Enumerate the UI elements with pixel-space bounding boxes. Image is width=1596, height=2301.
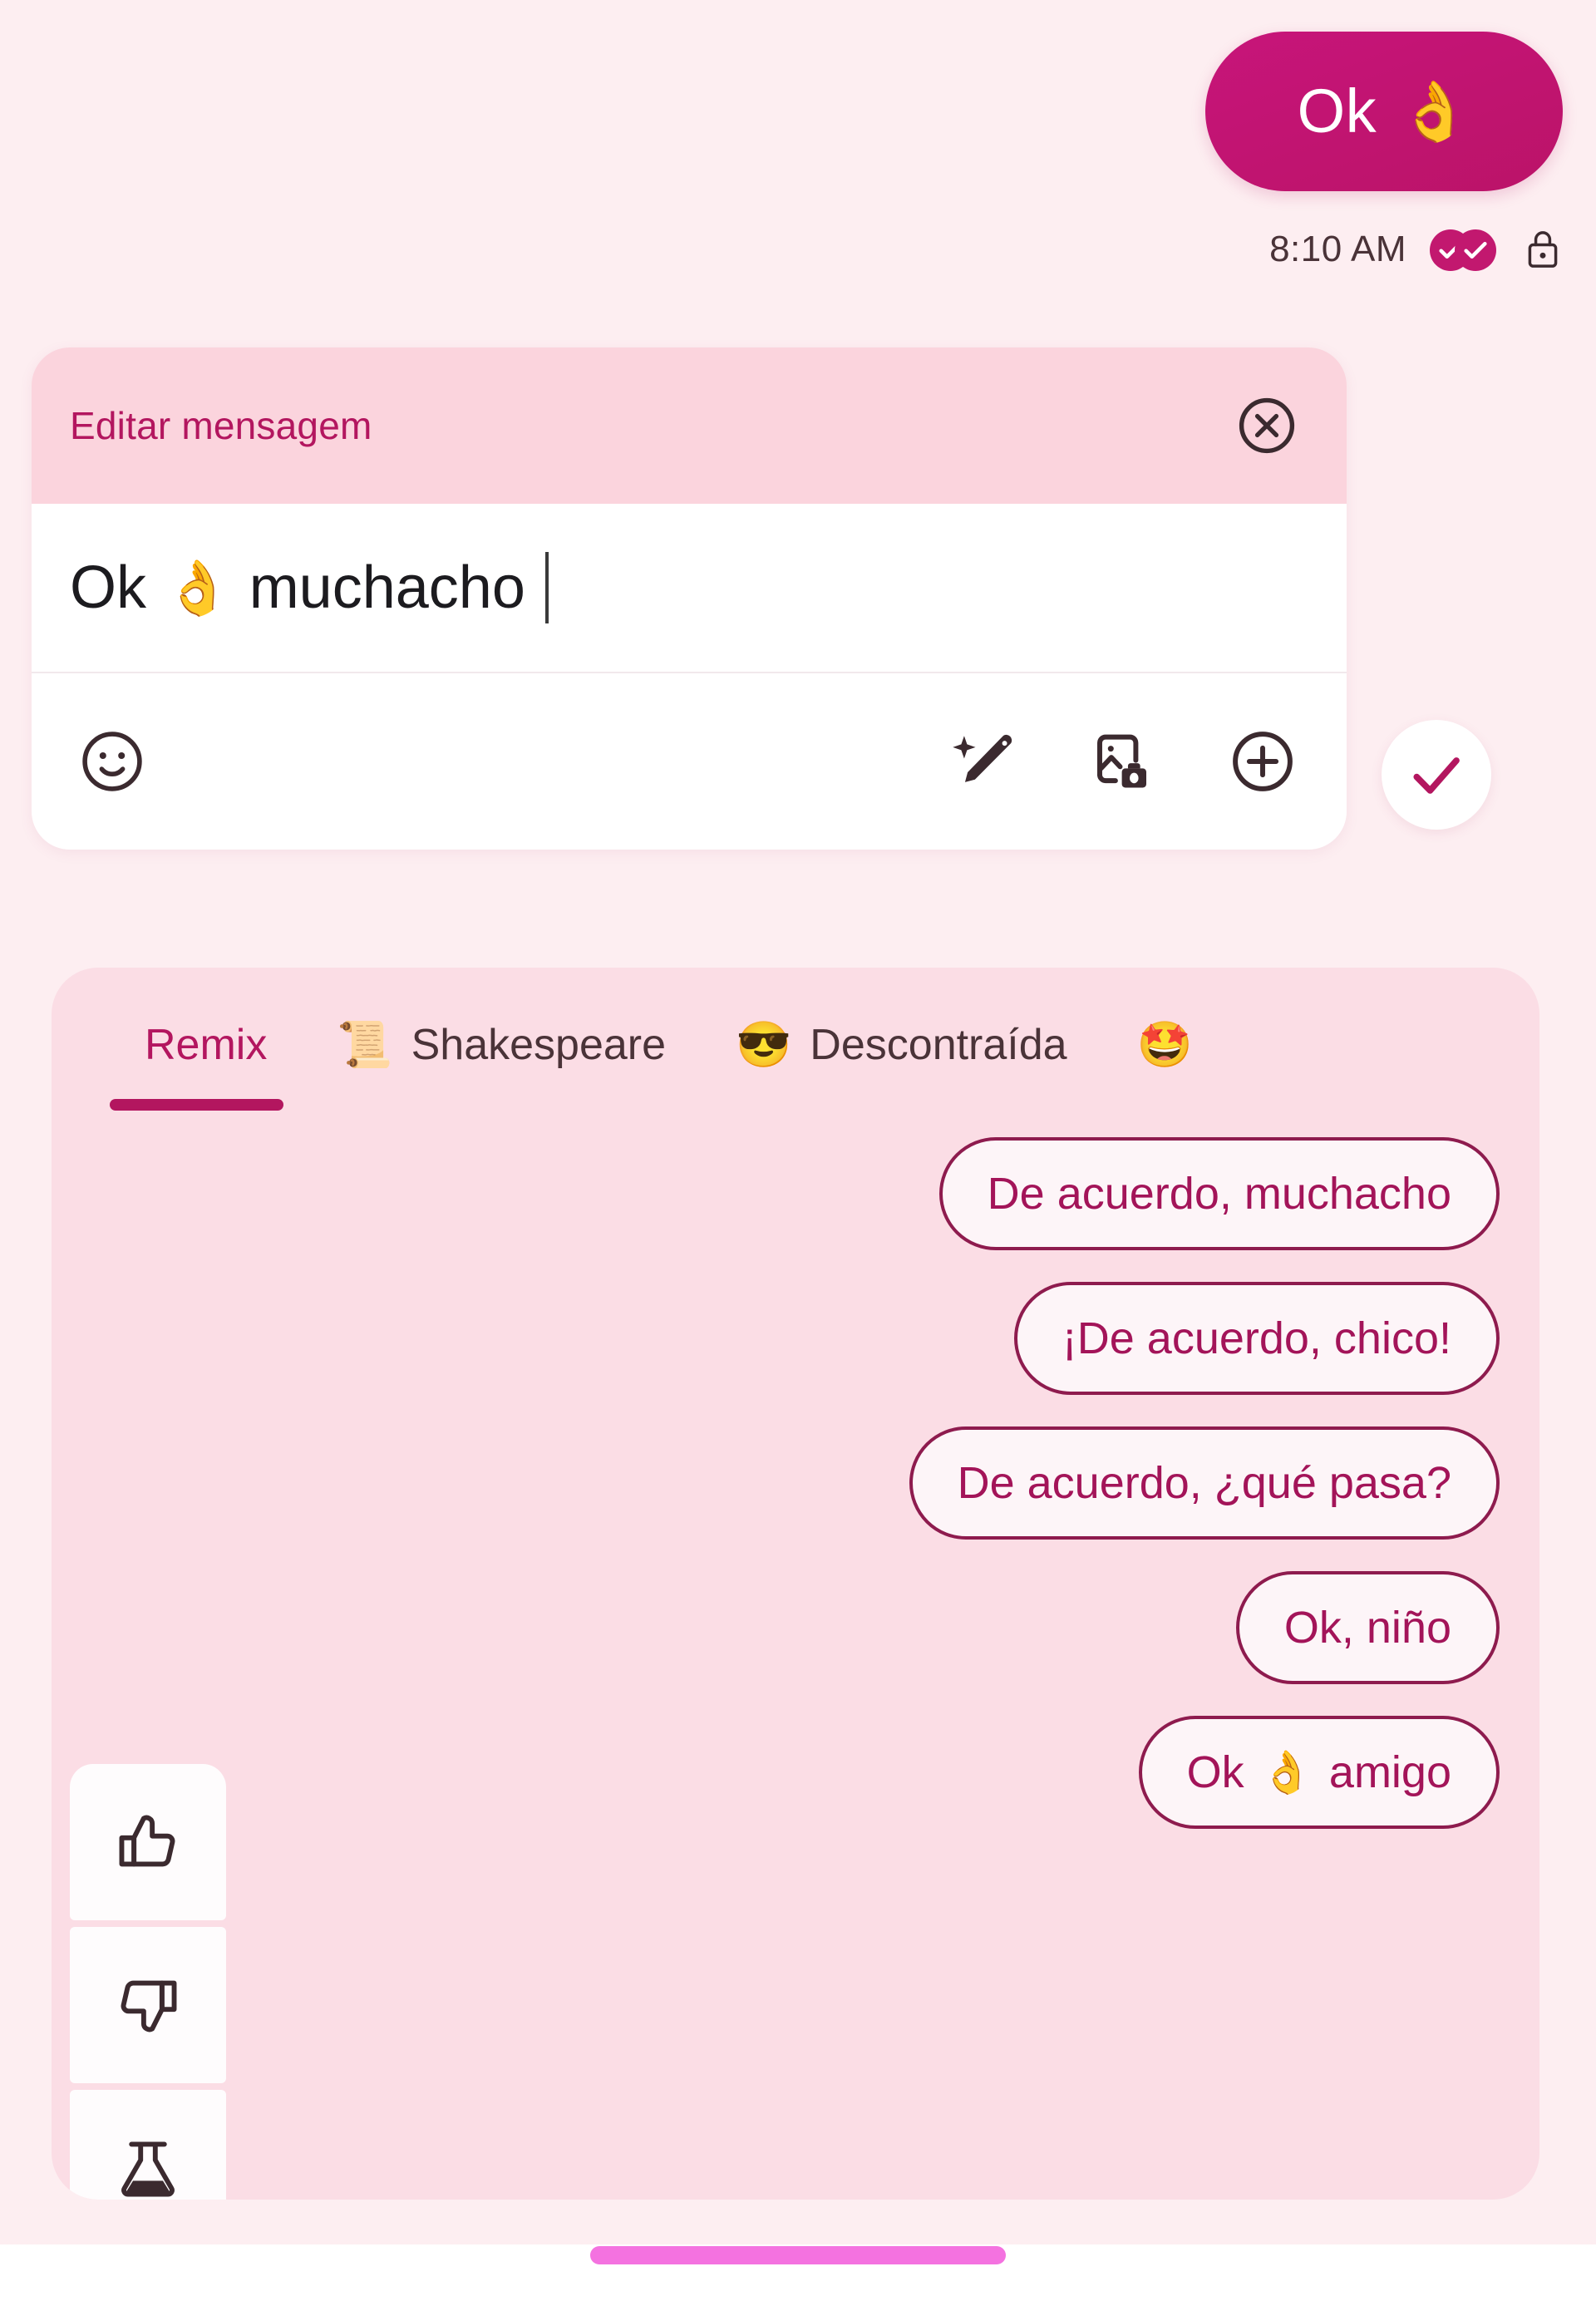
suggestion-chip[interactable]: Ok, niño bbox=[1235, 1571, 1500, 1684]
sent-message-bubble[interactable]: Ok 👌 bbox=[1205, 32, 1563, 191]
tab-remix-label: Remix bbox=[145, 1021, 268, 1069]
tab-next-partial[interactable]: 🤩 bbox=[1102, 968, 1246, 1122]
message-meta-row: 8:10 AM bbox=[1269, 226, 1561, 273]
thumbs-up-button[interactable] bbox=[70, 1764, 226, 1920]
suggestion-chip-text: De acuerdo, ¿qué pasa? bbox=[957, 1458, 1451, 1508]
tab-descontraida-label: Descontraída bbox=[810, 1021, 1067, 1069]
lock-icon bbox=[1525, 228, 1561, 271]
scroll-emoji: 📜 bbox=[337, 1020, 393, 1070]
magic-wand-icon[interactable] bbox=[944, 722, 1022, 801]
star-struck-emoji: 🤩 bbox=[1136, 1020, 1193, 1070]
edit-message-toolbar bbox=[32, 673, 1347, 850]
tab-shakespeare[interactable]: 📜 Shakespeare bbox=[302, 968, 701, 1122]
close-icon[interactable] bbox=[1235, 394, 1298, 457]
home-indicator-bar[interactable] bbox=[590, 2246, 1006, 2264]
feedback-rail bbox=[70, 1764, 226, 2200]
plus-circle-icon[interactable] bbox=[1224, 722, 1302, 801]
suggestion-chip[interactable]: ¡De acuerdo, chico! bbox=[1013, 1282, 1500, 1395]
sunglasses-emoji: 😎 bbox=[736, 1020, 792, 1070]
message-timestamp: 8:10 AM bbox=[1269, 229, 1406, 269]
remix-panel: Remix 📜 Shakespeare 😎 Descontraída 🤩 De … bbox=[52, 968, 1539, 2200]
edit-message-title: Editar mensagem bbox=[70, 404, 372, 447]
ok-hand-emoji: 👌 bbox=[1398, 79, 1471, 144]
edit-message-card: Editar mensagem Ok 👌 muchacho bbox=[32, 347, 1347, 850]
ok-hand-emoji: 👌 bbox=[1260, 1749, 1313, 1796]
ok-hand-emoji: 👌 bbox=[165, 557, 231, 618]
lab-flask-button[interactable] bbox=[70, 2090, 226, 2200]
edit-input-value: Ok 👌 muchacho bbox=[70, 552, 549, 623]
tab-descontraida[interactable]: 😎 Descontraída bbox=[701, 968, 1102, 1122]
remix-tab-bar: Remix 📜 Shakespeare 😎 Descontraída 🤩 bbox=[52, 968, 1539, 1122]
thumbs-up-icon bbox=[119, 1815, 175, 1867]
smiley-icon[interactable] bbox=[73, 722, 151, 801]
suggestion-chip-text: ¡De acuerdo, chico! bbox=[1062, 1313, 1451, 1363]
suggestion-chip-list: De acuerdo, muchacho ¡De acuerdo, chico!… bbox=[319, 1137, 1500, 1829]
thumbs-down-button[interactable] bbox=[70, 1927, 226, 2083]
text-caret bbox=[544, 552, 549, 623]
gallery-camera-icon[interactable] bbox=[1084, 722, 1162, 801]
lab-flask-icon bbox=[121, 2141, 175, 2197]
tab-shakespeare-label: Shakespeare bbox=[411, 1021, 667, 1069]
suggestion-chip-text-before: Ok bbox=[1186, 1747, 1244, 1797]
tab-remix[interactable]: Remix bbox=[91, 968, 302, 1122]
suggestion-chip-text: Ok, niño bbox=[1283, 1603, 1451, 1653]
phone-screen: Ok 👌 8:10 AM Editar mensagem Ok 👌 muchac… bbox=[0, 0, 1596, 2301]
confirm-edit-button[interactable] bbox=[1382, 720, 1491, 830]
edit-message-header: Editar mensagem bbox=[32, 347, 1347, 504]
suggestion-chip[interactable]: De acuerdo, muchacho bbox=[938, 1137, 1500, 1250]
double-check-read-icon bbox=[1430, 226, 1501, 273]
sent-message-text: Ok bbox=[1297, 76, 1377, 145]
thumbs-down-icon bbox=[121, 1980, 177, 2032]
chat-area: Ok 👌 8:10 AM bbox=[0, 0, 1596, 347]
remix-body: De acuerdo, muchacho ¡De acuerdo, chico!… bbox=[52, 1124, 1539, 2200]
edit-input-text-after: muchacho bbox=[249, 554, 525, 621]
edit-input-text-before: Ok bbox=[70, 554, 147, 621]
suggestion-chip-text: De acuerdo, muchacho bbox=[987, 1169, 1451, 1219]
edit-message-input[interactable]: Ok 👌 muchacho bbox=[32, 504, 1347, 673]
check-badge-front bbox=[1455, 229, 1496, 271]
check-icon bbox=[1413, 757, 1460, 794]
suggestion-chip[interactable]: Ok 👌 amigo bbox=[1138, 1716, 1500, 1829]
suggestion-chip[interactable]: De acuerdo, ¿qué pasa? bbox=[909, 1426, 1500, 1540]
suggestion-chip-text: amigo bbox=[1328, 1747, 1451, 1797]
